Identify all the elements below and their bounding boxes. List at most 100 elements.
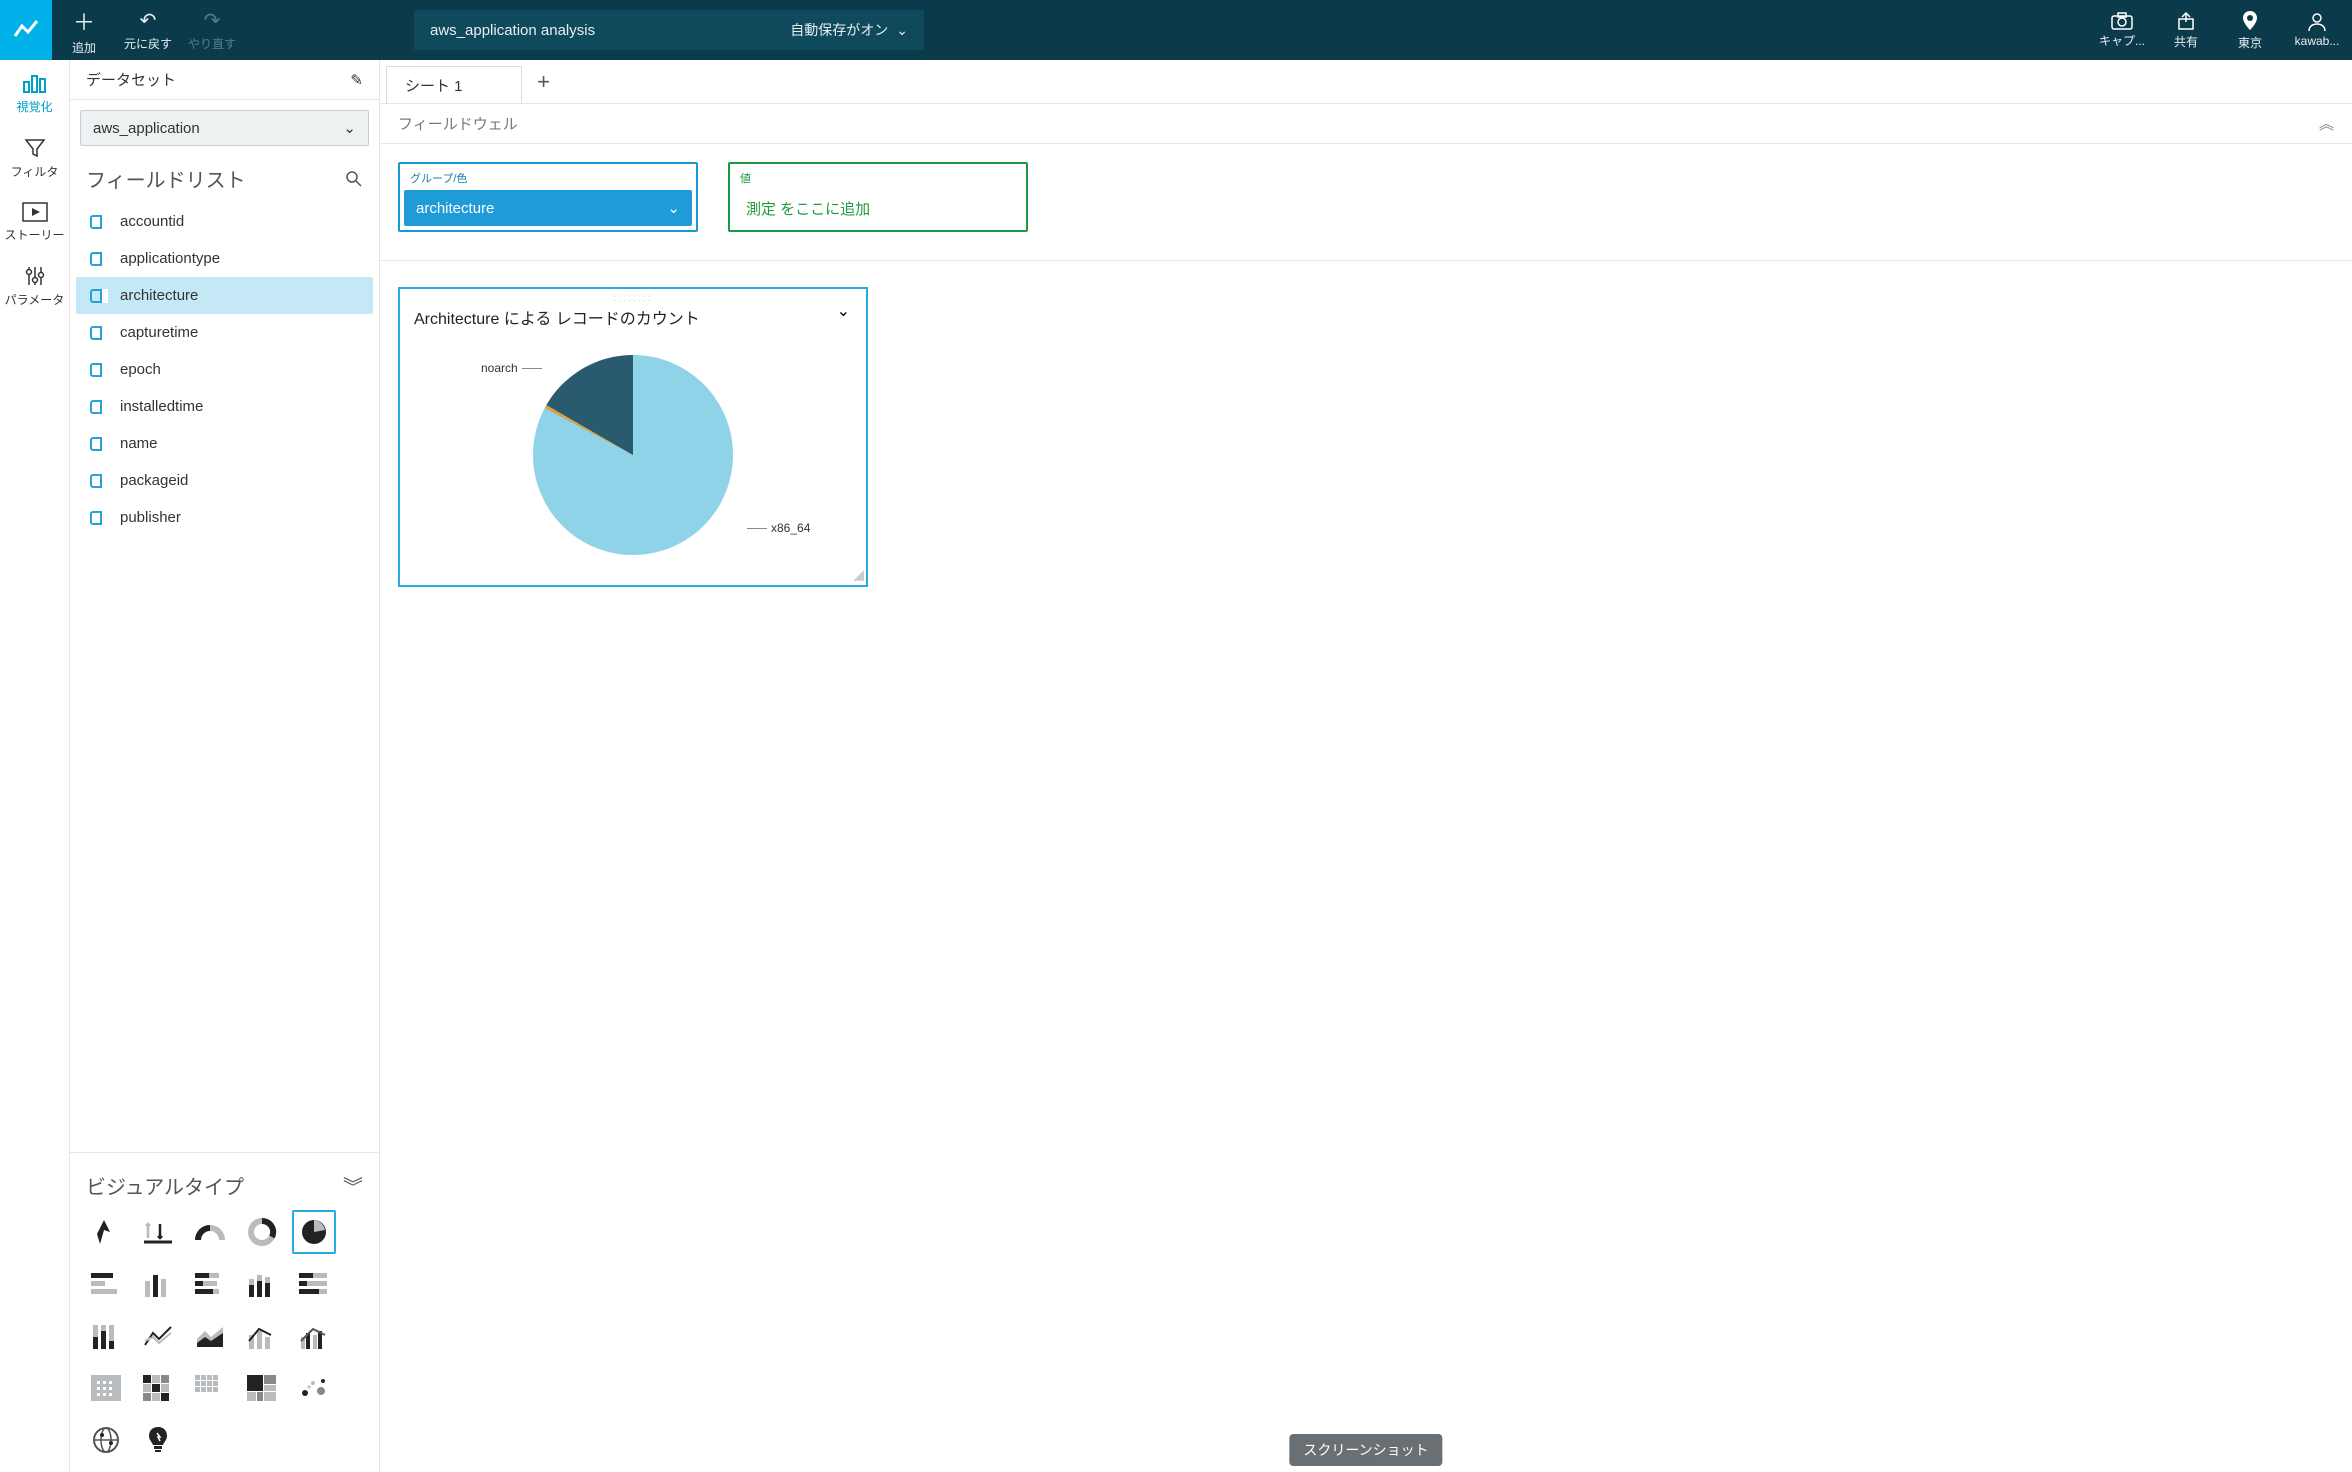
main: 視覚化 フィルタ ストーリー パラメータ データセット ✎ aws_applic… xyxy=(0,60,2352,1472)
user-button[interactable]: kawab... xyxy=(2282,0,2352,60)
well-group-chip[interactable]: architecture ⌄ xyxy=(404,190,692,226)
field-publisher[interactable]: publisher xyxy=(76,499,373,536)
dimension-icon xyxy=(90,400,108,414)
plus-icon: ＋ xyxy=(73,5,95,37)
pie-label-x86: x86_64 xyxy=(743,521,810,535)
redo-icon: ↷ xyxy=(204,8,221,33)
vt-insight[interactable] xyxy=(136,1418,180,1462)
tooltip-text: スクリーンショット xyxy=(1303,1442,1428,1458)
vt-gauge[interactable] xyxy=(188,1210,232,1254)
nav-parameter-label: パラメータ xyxy=(5,291,65,308)
field-installedtime[interactable]: installedtime xyxy=(76,388,373,425)
redo-label: やり直す xyxy=(188,35,236,52)
field-label: publisher xyxy=(120,509,181,526)
field-label: installedtime xyxy=(120,398,203,415)
dimension-icon xyxy=(90,215,108,229)
sheet-tabs: シート 1 + xyxy=(380,60,2352,104)
field-label: architecture xyxy=(120,287,198,304)
dimension-icon xyxy=(90,326,108,340)
vt-vstacked[interactable] xyxy=(240,1262,284,1306)
autosave-toggle[interactable]: 自動保存がオン ⌄ xyxy=(790,20,908,40)
vt-line[interactable] xyxy=(136,1314,180,1358)
vt-combo[interactable] xyxy=(240,1314,284,1358)
vt-treemap[interactable] xyxy=(240,1366,284,1410)
vt-h100[interactable] xyxy=(292,1262,336,1306)
vt-heatmap[interactable] xyxy=(136,1366,180,1410)
vt-hbar[interactable] xyxy=(84,1262,128,1306)
vt-pie[interactable] xyxy=(292,1210,336,1254)
dimension-icon xyxy=(90,511,108,525)
vt-auto[interactable] xyxy=(84,1210,128,1254)
undo-button[interactable]: ↶ 元に戻す xyxy=(116,0,180,60)
vt-kpi[interactable] xyxy=(136,1210,180,1254)
field-wells: グループ/色 architecture ⌄ 値 測定 をここに追加 xyxy=(380,144,2352,261)
visualtype-header: ビジュアルタイプ ︾ xyxy=(70,1153,379,1210)
share-button[interactable]: 共有 xyxy=(2154,0,2218,60)
dataset-value: aws_application xyxy=(93,120,200,137)
visual-title: Architecture による レコードのカウント xyxy=(414,305,852,329)
pie-graphic xyxy=(533,355,733,555)
autosave-label: 自動保存がオン xyxy=(790,20,888,40)
app-logo[interactable] xyxy=(0,0,52,60)
pie-label-x86-text: x86_64 xyxy=(771,521,810,535)
vt-pivot[interactable] xyxy=(84,1366,128,1410)
field-label: accountid xyxy=(120,213,184,230)
region-button[interactable]: 東京 xyxy=(2218,0,2282,60)
vt-scatter[interactable] xyxy=(292,1366,336,1410)
field-packageid[interactable]: packageid xyxy=(76,462,373,499)
vt-vbar[interactable] xyxy=(136,1262,180,1306)
field-label: packageid xyxy=(120,472,188,489)
visual-menu[interactable]: ⌄ xyxy=(837,301,850,321)
field-capturetime[interactable]: capturetime xyxy=(76,314,373,351)
field-list: accountid applicationtype architecture c… xyxy=(70,203,379,536)
field-epoch[interactable]: epoch xyxy=(76,351,373,388)
search-icon[interactable] xyxy=(345,170,363,188)
filter-icon xyxy=(24,137,46,159)
well-value-label: 値 xyxy=(734,168,1022,190)
user-label: kawab... xyxy=(2295,34,2340,48)
location-icon xyxy=(2242,10,2258,32)
vt-donut[interactable] xyxy=(240,1210,284,1254)
field-applicationtype[interactable]: applicationtype xyxy=(76,240,373,277)
well-value[interactable]: 値 測定 をここに追加 xyxy=(728,162,1028,232)
resize-grip-icon[interactable]: ◢ xyxy=(853,566,864,583)
vt-geomap[interactable] xyxy=(84,1418,128,1462)
dataset-select[interactable]: aws_application ⌄ xyxy=(80,110,369,146)
vt-v100[interactable] xyxy=(84,1314,128,1358)
analysis-title-bar[interactable]: aws_application analysis 自動保存がオン ⌄ xyxy=(414,10,924,50)
vt-hstacked[interactable] xyxy=(188,1262,232,1306)
drag-handle-icon[interactable]: :::::::: xyxy=(614,293,652,304)
well-group[interactable]: グループ/色 architecture ⌄ xyxy=(398,162,698,232)
nav-parameter[interactable]: パラメータ xyxy=(0,265,69,308)
double-chevron-down-icon[interactable]: ︾ xyxy=(343,1171,363,1200)
well-value-placeholder: 測定 をここに追加 xyxy=(746,198,870,219)
field-label: name xyxy=(120,435,158,452)
play-rect-icon xyxy=(22,202,48,222)
tab-sheet1[interactable]: シート 1 xyxy=(386,66,522,103)
vt-area[interactable] xyxy=(188,1314,232,1358)
fieldwells-bar[interactable]: フィールドウェル ︽ xyxy=(380,104,2352,144)
screenshot-tooltip: スクリーンショット xyxy=(1289,1434,1442,1466)
add-button[interactable]: ＋ 追加 xyxy=(52,0,116,60)
nav-story[interactable]: ストーリー xyxy=(0,202,69,243)
visual-pie[interactable]: :::::::: Architecture による レコードのカウント ⌄ no… xyxy=(398,287,868,587)
field-architecture[interactable]: architecture xyxy=(76,277,373,314)
user-icon xyxy=(2307,12,2327,32)
field-name[interactable]: name xyxy=(76,425,373,462)
nav-filter-label: フィルタ xyxy=(11,163,59,180)
nav-visualize[interactable]: 視覚化 xyxy=(0,72,69,115)
pie-label-noarch-text: noarch xyxy=(481,361,518,375)
left-nav: 視覚化 フィルタ ストーリー パラメータ xyxy=(0,60,70,1472)
add-sheet-button[interactable]: + xyxy=(522,60,566,103)
well-value-chip[interactable]: 測定 をここに追加 xyxy=(734,190,1022,226)
redo-button[interactable]: ↷ やり直す xyxy=(180,0,244,60)
vt-clustered-combo[interactable] xyxy=(292,1314,336,1358)
field-accountid[interactable]: accountid xyxy=(76,203,373,240)
dataset-label: データセット xyxy=(86,69,176,90)
capture-button[interactable]: キャプ... xyxy=(2090,0,2154,60)
field-label: applicationtype xyxy=(120,250,220,267)
share-icon xyxy=(2176,11,2196,31)
vt-table[interactable] xyxy=(188,1366,232,1410)
nav-filter[interactable]: フィルタ xyxy=(0,137,69,180)
pencil-icon[interactable]: ✎ xyxy=(350,71,363,89)
